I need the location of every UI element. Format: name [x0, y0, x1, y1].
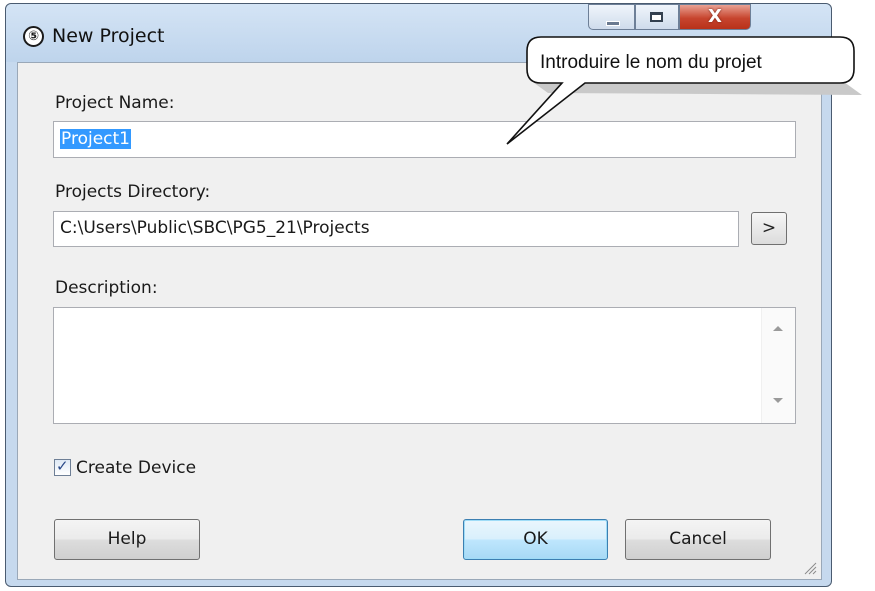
callout-balloon: Introduire le nom du projet: [506, 36, 862, 145]
callout-text: Introduire le nom du projet: [540, 52, 763, 73]
